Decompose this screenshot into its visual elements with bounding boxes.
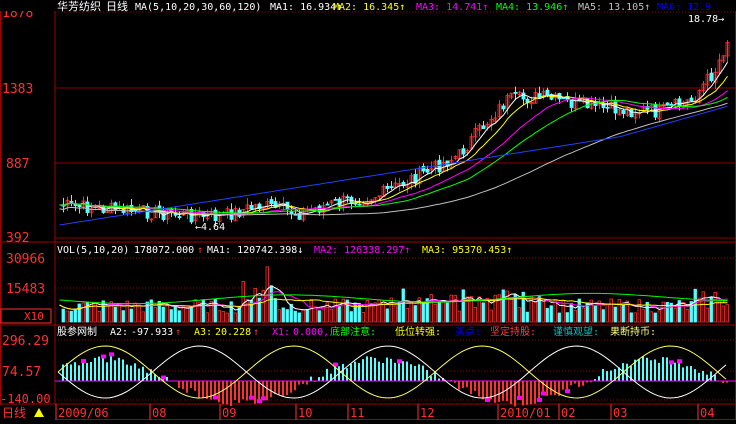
high-price-label: 18.78→ (688, 14, 724, 25)
date-tick: 2010/01 (500, 406, 551, 420)
a2-value: -97.933 (131, 327, 173, 338)
volume-arrow: ↑ (197, 245, 203, 256)
x1-value: 0.000, (293, 327, 329, 338)
footer-period: 日线 (2, 406, 26, 420)
stock-chart-window[interactable]: 1878 1383 887 392 18.78→ ←4.64 华芳纺织 日线 MA… (0, 0, 736, 420)
price-candles: 18.78→ ←4.64 (62, 14, 729, 233)
vol-ma-value-3: MA3: 95370.453↑ (422, 245, 512, 256)
signal-label: 果断持币: (610, 325, 656, 338)
price-tick: 392 (6, 231, 29, 246)
price-axis: 1878 1383 887 392 (2, 6, 33, 246)
date-tick: 12 (420, 406, 434, 420)
ma-value-6: MA6: 12.9 (657, 2, 711, 13)
volume-value: 178072.000 (134, 245, 194, 256)
period-label: 日线 (106, 0, 128, 13)
indicator-tick: 296.29 (2, 334, 49, 349)
ma-value-3: MA3: 14.741↑ (416, 2, 488, 13)
volume-header: VOL(5,10,20) 178072.000 ↑ MA1: 120742.39… (57, 245, 512, 256)
ma-value-5: MA5: 13.105↑ (578, 2, 650, 13)
svg-text:X1:: X1: (272, 327, 290, 338)
volume-tick: 15483 (6, 282, 45, 297)
indicator-header: 股参网制 A2: -97.933 ↑ A3: 20.228 ↑ X1: 0.00… (57, 325, 656, 338)
signal-label: 底部注意: (330, 325, 376, 338)
signal-label: 低位转强: (395, 325, 441, 338)
ma-value-1: MA1: 16.934↑ (270, 2, 342, 13)
volume-unit: X10 (24, 310, 44, 323)
price-grid (55, 12, 736, 238)
ma-value-4: MA4: 13.946↑ (496, 2, 568, 13)
date-tick: 10 (298, 406, 312, 420)
price-tick: 887 (6, 157, 29, 172)
svg-text:A3:: A3: (194, 327, 212, 338)
ma-line-1 (60, 62, 728, 216)
date-tick: 11 (350, 406, 364, 420)
svg-text:↑: ↑ (253, 327, 259, 338)
volume-tick: 30966 (6, 252, 45, 267)
signal-label: 买点: (455, 326, 481, 338)
ma-line-2 (60, 76, 728, 215)
ma-params: MA(5,10,20,30,60,120) (135, 2, 261, 13)
volume-label: VOL(5,10,20) (57, 245, 129, 256)
stock-name: 华芳纺织 (57, 0, 101, 13)
svg-text:A2:: A2: (110, 327, 128, 338)
a3-value: 20.228 (215, 327, 251, 338)
moving-average-lines (60, 62, 728, 225)
date-axis: 日线 2009/06 08 09 10 11 12 2010/01 02 03 04 (0, 404, 714, 420)
date-tick: 08 (152, 406, 166, 420)
price-header: 华芳纺织 日线 MA(5,10,20,30,60,120) MA1: 16.93… (0, 0, 736, 13)
vol-ma-value-1: MA1: 120742.398↓ (207, 245, 303, 256)
indicator-tick: -140.00 (0, 392, 51, 406)
indicator-bars (55, 352, 736, 406)
ma-value-2: MA2: 16.345↑ (333, 2, 405, 13)
date-tick: 03 (613, 406, 627, 420)
ma-line-5 (60, 103, 728, 215)
low-price-label: ←4.64 (195, 222, 225, 233)
date-tick: 04 (700, 406, 714, 420)
date-tick: 09 (222, 406, 236, 420)
indicator-name: 股参网制 (57, 325, 97, 338)
vol-ma-value-2: MA2: 126338.297↑ (314, 245, 410, 256)
date-tick: 02 (561, 406, 575, 420)
indicator-tick: 74.57 (2, 365, 41, 380)
date-tick: 2009/06 (58, 406, 109, 420)
chart-canvas[interactable]: 1878 1383 887 392 18.78→ ←4.64 华芳纺织 日线 MA… (0, 0, 736, 420)
svg-text:↑: ↑ (175, 327, 181, 338)
signal-label: 谨慎观望: (553, 325, 599, 338)
price-tick: 1383 (2, 82, 33, 97)
signal-label: 坚定持股: (490, 325, 536, 338)
